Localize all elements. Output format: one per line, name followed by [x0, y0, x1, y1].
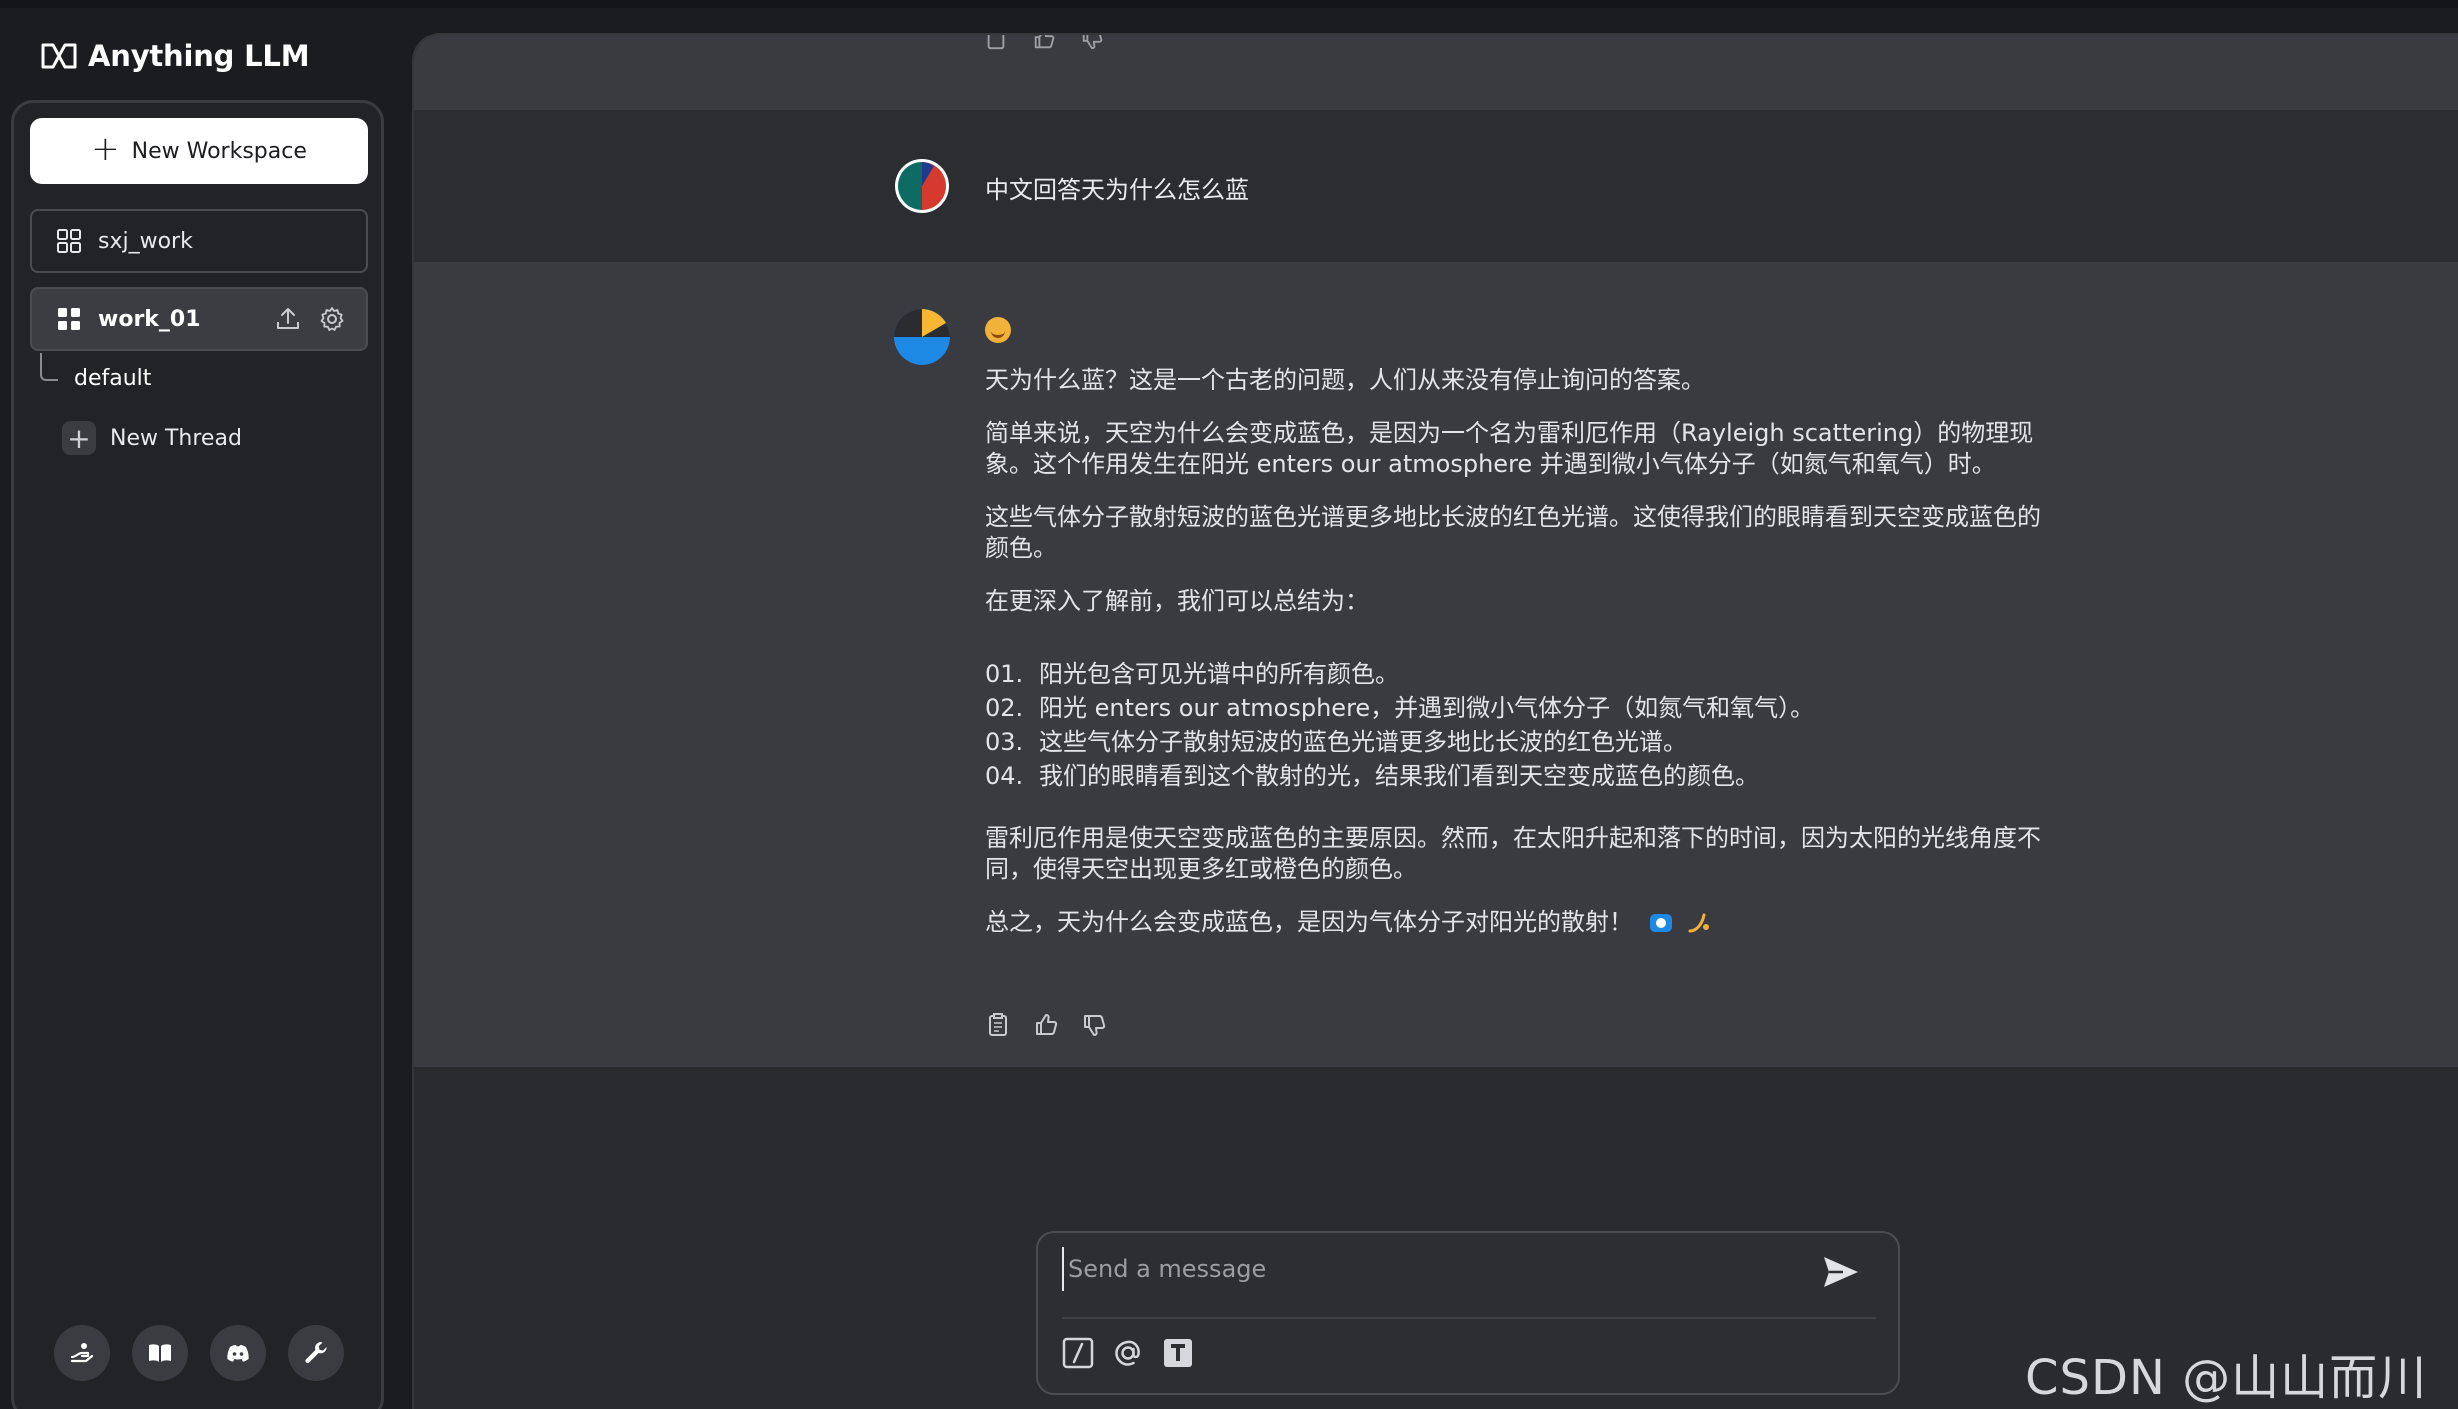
sidebar: + New Workspace sxj_work work_01 default…: [11, 100, 384, 1409]
composer-tools: [1062, 1337, 1194, 1369]
sidebar-footer: [54, 1325, 344, 1381]
settings-wrench-icon: [305, 1342, 327, 1364]
anything-llm-logo-icon: [41, 43, 77, 69]
assistant-numbered-list: 01. 阳光包含可见光谱中的所有颜色。 02. 阳光 enters our atmo…: [985, 657, 2045, 793]
new-workspace-label: New Workspace: [131, 138, 307, 164]
csdn-watermark: CSDN @山山而川_R: [2025, 1350, 2428, 1409]
discord-button[interactable]: [210, 1325, 266, 1381]
assistant-paragraph: 这些气体分子散射短波的蓝色光谱更多地比长波的红色光谱。这使得我们的眼睛看到天空变…: [985, 503, 2041, 562]
app-root: Anything LLM + New Workspace sxj_work wo…: [0, 0, 2458, 1409]
send-icon[interactable]: [1820, 1251, 1862, 1293]
settings-button[interactable]: [288, 1325, 344, 1381]
assistant-paragraph: 在更深入了解前，我们可以总结为：: [985, 587, 1369, 615]
list-item: 02. 阳光 enters our atmosphere，并遇到微小气体分子（如氮…: [985, 694, 1815, 722]
new-thread-label: New Thread: [110, 425, 242, 451]
community-hub-button[interactable]: [54, 1325, 110, 1381]
sparkle-emoji-icon: [1688, 913, 1710, 933]
assistant-avatar-icon: [894, 309, 950, 365]
discord-icon: [227, 1345, 249, 1362]
user-message-text: 中文回答天为什么怎么蓝: [985, 176, 1249, 204]
brand-name: Anything LLM: [88, 39, 310, 73]
copy-icon[interactable]: [985, 1012, 1011, 1038]
thumbs-up-icon[interactable]: [1033, 1012, 1059, 1038]
thread-connector-line: [40, 353, 58, 381]
user-avatar: [894, 158, 950, 214]
user-avatar-icon: [895, 159, 949, 213]
assistant-message-actions: [985, 1012, 1107, 1038]
community-hub-icon: [70, 1343, 94, 1363]
workspace-item-sxj-work[interactable]: sxj_work: [30, 209, 368, 273]
list-item: 04. 我们的眼睛看到这个散射的光，结果我们看到天空变成蓝色的颜色。: [985, 762, 1759, 790]
new-workspace-button[interactable]: + New Workspace: [30, 118, 368, 184]
plus-icon: +: [62, 421, 96, 455]
docs-book-icon: [149, 1344, 171, 1362]
assistant-conclusion: 总之，天为什么会变成蓝色，是因为气体分子对阳光的散射！: [985, 907, 2045, 938]
upload-icon[interactable]: [274, 305, 302, 333]
list-item: 03. 这些气体分子散射短波的蓝色光谱更多地比长波的红色光谱。: [985, 728, 1687, 756]
copy-icon[interactable]: [984, 33, 1008, 51]
workspace-item-work-01[interactable]: work_01: [30, 287, 368, 351]
window-top-strip: [0, 0, 2458, 8]
thread-item-default[interactable]: default: [74, 366, 151, 391]
list-item: 01. 阳光包含可见光谱中的所有颜色。: [985, 660, 1399, 688]
thumbs-down-icon[interactable]: [1081, 1012, 1107, 1038]
plus-icon: +: [91, 129, 120, 169]
chat-panel: 中文回答天为什么怎么蓝 天为什么蓝？这是一个古老的问题，人们从来没有停止询问的答…: [412, 33, 2458, 1409]
workspace-grid-icon: [57, 229, 81, 253]
thumbs-up-icon[interactable]: [1032, 33, 1056, 51]
previous-message-tail: [414, 35, 2458, 110]
workspace-grid-filled-icon: [58, 308, 80, 330]
user-message-row: 中文回答天为什么怎么蓝: [414, 110, 2458, 262]
message-composer: [1036, 1231, 1900, 1395]
docs-button[interactable]: [132, 1325, 188, 1381]
text-size-icon[interactable]: [1162, 1337, 1194, 1369]
brand-logo: Anything LLM: [40, 36, 310, 76]
workspace-name: sxj_work: [98, 228, 193, 254]
assistant-paragraph: 天为什么蓝？这是一个古老的问题，人们从来没有停止询问的答案。: [985, 366, 1705, 394]
smile-emoji-icon: [985, 317, 1011, 343]
assistant-paragraph: 简单来说，天空为什么会变成蓝色，是因为一个名为雷利厄作用（Rayleigh sc…: [985, 419, 2034, 478]
assistant-message-row: 天为什么蓝？这是一个古老的问题，人们从来没有停止询问的答案。 简单来说，天空为什…: [414, 262, 2458, 1067]
gear-icon[interactable]: [318, 305, 346, 333]
assistant-avatar: [894, 309, 950, 365]
slash-command-icon[interactable]: [1062, 1337, 1094, 1369]
assistant-message-body: 天为什么蓝？这是一个古老的问题，人们从来没有停止询问的答案。 简单来说，天空为什…: [985, 317, 2045, 960]
composer-divider: [1062, 1317, 1876, 1319]
workspace-name: work_01: [98, 306, 201, 332]
at-mention-icon[interactable]: [1112, 1337, 1144, 1369]
message-input[interactable]: [1062, 1247, 1802, 1291]
thumbs-down-icon[interactable]: [1080, 33, 1104, 51]
sky-emoji-icon: [1649, 914, 1672, 932]
assistant-paragraph: 雷利厄作用是使天空变成蓝色的主要原因。然而，在太阳升起和落下的时间，因为太阳的光…: [985, 824, 2041, 883]
new-thread-button[interactable]: + New Thread: [62, 421, 242, 455]
